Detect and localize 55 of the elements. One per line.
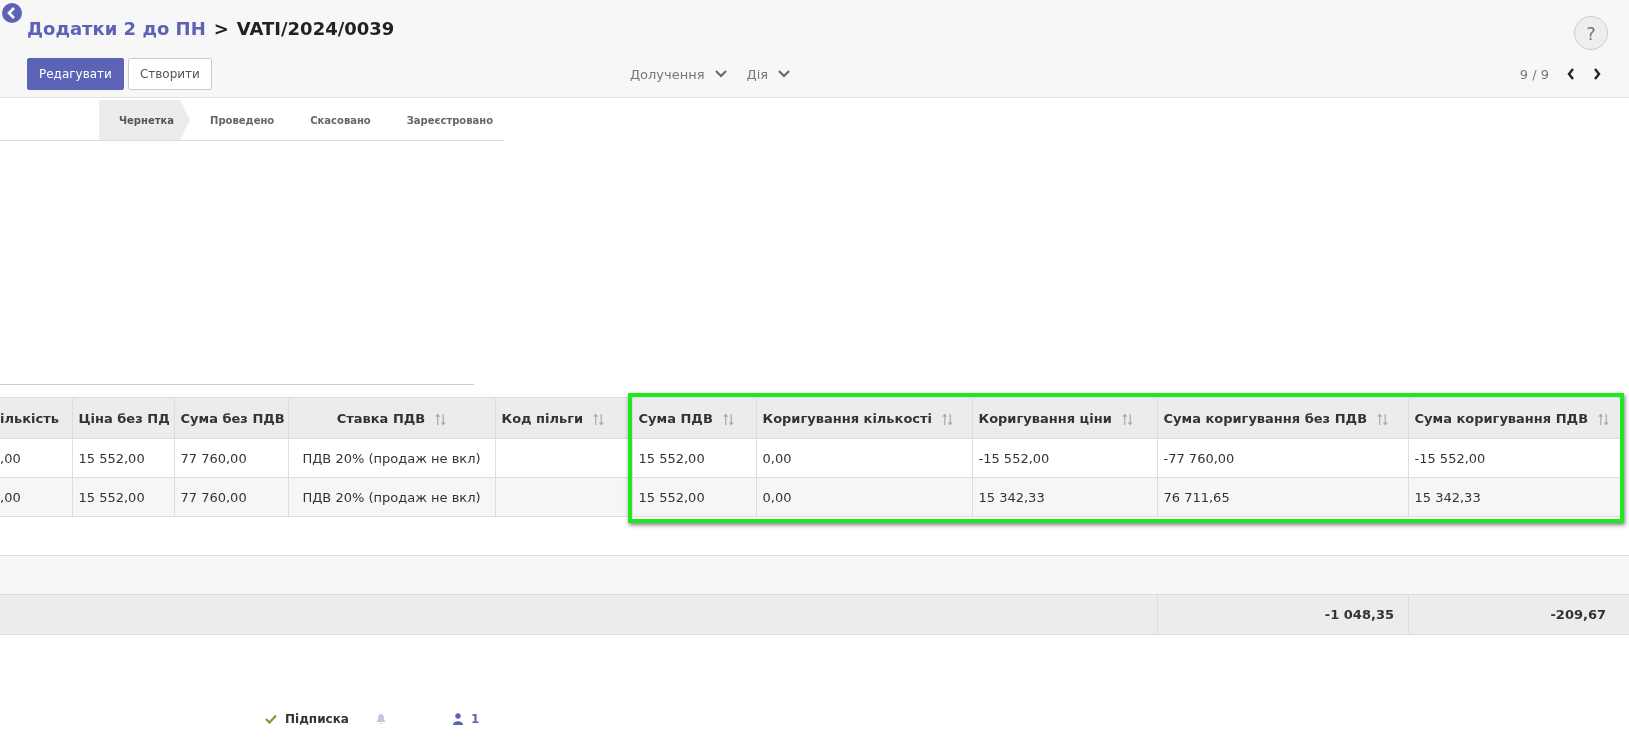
breadcrumb-separator: >	[213, 18, 229, 39]
subscribe-button[interactable]: Підписка	[265, 712, 349, 726]
back-icon[interactable]	[2, 3, 22, 23]
dropdown-menu[interactable]: Долучення	[629, 66, 727, 82]
sort-icon	[435, 412, 447, 426]
table-cell: -15 552,00	[978, 450, 1050, 466]
table-cell: ,00	[0, 489, 21, 505]
sort-icon	[1121, 412, 1133, 426]
sort-icon	[593, 412, 605, 426]
table-cell: ПДВ 20% (продаж не вкл)	[302, 489, 481, 505]
breadcrumb-link[interactable]: Додатки 2 до ПН	[27, 18, 206, 39]
sort-icon	[942, 412, 954, 426]
caret-icon	[778, 70, 791, 78]
column-header: Ціна без ПД	[72, 397, 174, 439]
table-cell: -77 760,00	[1163, 450, 1235, 466]
table-cell: 15 342,33	[1414, 489, 1481, 505]
total-cell: -209,67	[1550, 607, 1606, 622]
table-cell: 15 342,33	[978, 489, 1045, 505]
sort-icon	[1377, 412, 1389, 426]
table-cell: ,00	[0, 450, 21, 466]
table-cell: 0,00	[762, 489, 792, 505]
column-header[interactable]: Коригування ціни	[972, 397, 1157, 439]
person-icon	[452, 713, 463, 725]
total-cell: -1 048,35	[1324, 607, 1394, 622]
next-icon[interactable]	[1593, 68, 1601, 80]
record-title: VATI/2024/0039	[236, 18, 395, 39]
table-cell: 15 552,00	[638, 450, 705, 466]
caret-icon	[714, 70, 727, 78]
column-header: ількість	[0, 397, 72, 439]
table-cell: 15 552,00	[78, 450, 145, 466]
edit-button[interactable]: Редагувати	[27, 58, 124, 90]
sort-icon	[722, 412, 734, 426]
column-header[interactable]: Сума ПДВ	[632, 397, 756, 439]
table-cell: 77 760,00	[180, 489, 247, 505]
sort-icon	[1598, 412, 1610, 426]
followers-button[interactable]: 1	[452, 712, 480, 726]
table-cell: 0,00	[762, 450, 792, 466]
table-cell: ПДВ 20% (продаж не вкл)	[302, 450, 481, 466]
column-header[interactable]: Сума коригування без ПДВ	[1157, 397, 1408, 439]
column-header[interactable]: Коригування кількості	[756, 397, 972, 439]
help-button[interactable]: ?	[1574, 16, 1608, 50]
create-button[interactable]: Створити	[127, 58, 212, 90]
table-cell: 15 552,00	[78, 489, 145, 505]
previous-icon[interactable]	[1567, 68, 1575, 80]
column-header[interactable]: Ставка ПДВ	[288, 397, 495, 439]
table-cell: -15 552,00	[1414, 450, 1486, 466]
pager-counter: 9 / 9	[1519, 66, 1549, 82]
table-cell: 77 760,00	[180, 450, 247, 466]
check-icon	[265, 714, 277, 724]
dropdown-menu[interactable]: Дія	[746, 66, 791, 82]
column-header: Сума без ПДВ	[174, 397, 288, 439]
table-cell: 15 552,00	[638, 489, 705, 505]
table-cell: 76 711,65	[1163, 489, 1230, 505]
column-header[interactable]: Сума коригування ПДВ	[1408, 397, 1620, 439]
status-step[interactable]: Чернетка	[99, 100, 191, 140]
